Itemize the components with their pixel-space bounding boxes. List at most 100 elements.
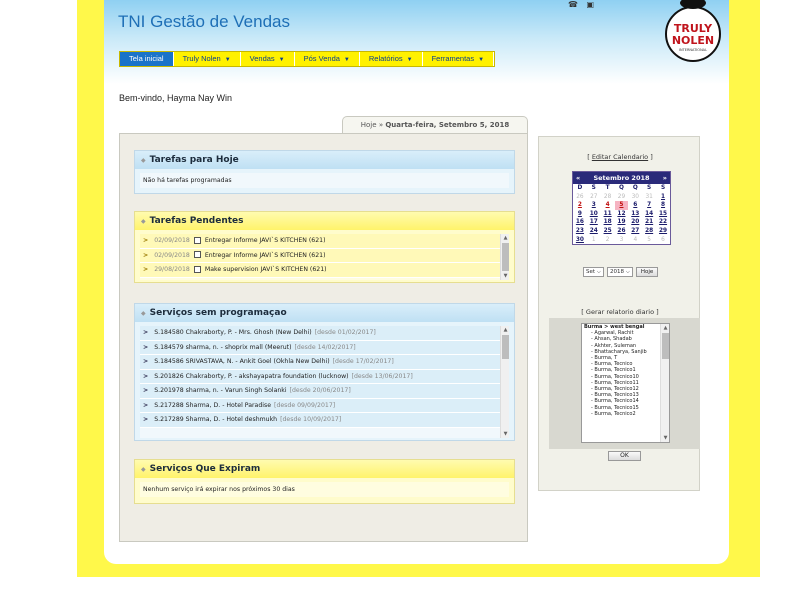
task-checkbox[interactable] [193, 236, 201, 244]
calendar-day[interactable]: 28 [642, 227, 656, 236]
calendar-day[interactable]: 5 [614, 201, 629, 210]
calendar-day[interactable]: 15 [656, 210, 670, 219]
calendar-day[interactable]: 25 [601, 227, 615, 236]
calendar-day[interactable]: 22 [656, 218, 670, 227]
calendar-month-title: Setembro 2018 [593, 174, 650, 182]
calendar-day[interactable]: 3 [587, 201, 601, 210]
daily-report-link[interactable]: Gerar relatorio diario [586, 308, 654, 316]
unscheduled-services-list[interactable]: > S.184580 Chakraborty, P. - Mrs. Ghosh (… [140, 326, 509, 438]
task-text[interactable]: Entregar Informe JAVI`S KITCHEN (621) [205, 252, 326, 259]
calendar-day[interactable]: 12 [615, 210, 629, 219]
task-checkbox[interactable] [193, 265, 201, 273]
nav-item-vendas[interactable]: Vendas ▼ [241, 52, 295, 66]
service-client: - akshayapatra foundation (lucknow) [234, 372, 349, 380]
calendar-day[interactable]: 27 [628, 227, 642, 236]
technician-scrollbar[interactable]: ▲ ▼ [660, 324, 669, 442]
calendar-day[interactable]: 9 [573, 210, 587, 219]
service-tech: sharma, n. [185, 387, 219, 394]
calendar-day[interactable]: 30 [573, 236, 587, 245]
pending-task-row[interactable]: >29/08/2018 Make supervision JAVI`S KITCH… [140, 263, 509, 278]
services-scrollbar[interactable]: ▲ ▼ [500, 326, 509, 438]
pending-task-row[interactable]: >02/09/2018 Entregar Informe JAVI`S KITCH… [140, 234, 509, 249]
calendar-weekday: D [577, 185, 583, 191]
calendar-day[interactable]: 8 [656, 201, 670, 210]
task-date: 02/09/2018 [154, 237, 190, 244]
calendar-day[interactable]: 11 [601, 210, 615, 219]
ok-button[interactable]: OK [608, 451, 641, 461]
calendar-day[interactable]: 23 [573, 227, 587, 236]
calendar-day[interactable]: 24 [587, 227, 601, 236]
service-row[interactable]: > S.184580 Chakraborty, P. - Mrs. Ghosh (… [140, 326, 509, 341]
calendar-day[interactable]: 1 [656, 193, 670, 202]
task-text[interactable]: Entregar Informe JAVI`S KITCHEN (621) [205, 237, 326, 244]
panel-pending-tasks: ◆ Tarefas Pendentes >02/09/2018 Entregar I… [134, 211, 515, 283]
calendar-day[interactable]: 29 [656, 227, 670, 236]
pending-scrollbar[interactable]: ▲ ▼ [500, 234, 509, 280]
technician-listbox[interactable]: Burma > west bengal - Agarwal, Rachit - Ah… [581, 323, 670, 443]
service-code[interactable]: S.201826 [154, 373, 184, 380]
service-code[interactable]: S.184586 [154, 358, 184, 365]
task-checkbox[interactable] [193, 251, 201, 258]
daily-report-link-wrap: [ Gerar relatorio diario ] [581, 308, 659, 316]
service-code[interactable]: S.184580 [154, 329, 184, 336]
calendar-day[interactable]: 7 [642, 201, 656, 210]
service-row[interactable]: > S.184579 sharma, n. - shoprix mall (Mee… [140, 340, 509, 355]
panel-unscheduled-services: ◆ Serviços sem programaçao > S.184580 Chak… [134, 303, 515, 441]
service-code[interactable]: S.217289 [154, 416, 184, 423]
nav-item-tela-inicial[interactable]: Tela inicial [120, 52, 174, 66]
service-row[interactable]: > S.184586 SRIVASTAVA, N. - Ankit Goel (O… [140, 355, 509, 370]
pending-task-row[interactable]: >02/09/2018 Entregar Informe JAVI`S KITCH… [140, 248, 509, 263]
calendar-day[interactable]: 2 [573, 201, 587, 210]
calendar-day: 27 [590, 193, 598, 200]
calendar-day[interactable]: 16 [573, 218, 587, 227]
listbox-option[interactable]: - Burma, Tecnico2 [582, 411, 669, 417]
service-row[interactable]: > S.201978 sharma, n. - Varun Singh Solan… [140, 384, 509, 399]
calendar-day[interactable]: 19 [615, 218, 629, 227]
service-row[interactable]: > S.217289 Sharma, D. - Hotel deshmukh [de… [140, 413, 509, 428]
service-code[interactable]: S.184579 [154, 344, 184, 351]
task-text[interactable]: Make supervision JAVI`S KITCHEN (621) [205, 266, 327, 273]
pending-tasks-list[interactable]: >02/09/2018 Entregar Informe JAVI`S KITCH… [140, 234, 509, 280]
month-select[interactable]: Set ⌵ [583, 267, 604, 277]
calendar-day[interactable]: 20 [628, 218, 642, 227]
calendar-day: 4 [633, 236, 638, 243]
service-client: - Varun Singh Solanki [220, 387, 287, 394]
edit-calendar: [ Editar Calendario ] [587, 153, 653, 161]
printer-icon[interactable]: ▣ [587, 0, 595, 9]
phone-icon[interactable]: ☎ [568, 0, 578, 9]
calendar-day[interactable]: 18 [601, 218, 615, 227]
edit-calendar-link[interactable]: Editar Calendario [592, 153, 648, 161]
nav-item-truly-nolen[interactable]: Truly Nolen ▼ [174, 52, 241, 66]
calendar-day[interactable]: 6 [628, 201, 642, 210]
service-row[interactable]: > S.217288 Sharma, D. - Hotel Paradise [de… [140, 398, 509, 413]
calendar-day[interactable]: 21 [642, 218, 656, 227]
calendar-day[interactable]: 26 [615, 227, 629, 236]
nav-item-pós-venda[interactable]: Pós Venda ▼ [295, 52, 360, 66]
service-since: [desde 13/06/2017] [351, 372, 413, 380]
service-row[interactable]: > S.201826 Chakraborty, P. - akshayapatra… [140, 369, 509, 384]
next-month-icon[interactable]: » [663, 172, 667, 184]
nav-item-ferramentas[interactable]: Ferramentas ▼ [423, 52, 495, 66]
panel-expiring-services: ◆ Serviços Que Expiram Nenhum serviço irá… [134, 459, 515, 504]
calendar-day: 2 [605, 236, 610, 243]
service-tech: Chakraborty, P. [185, 329, 233, 336]
today-button[interactable]: Hoje [635, 267, 659, 277]
calendar-day[interactable]: 14 [642, 210, 656, 219]
year-select[interactable]: 2018 ⌵ [606, 267, 633, 277]
service-since: [desde 01/02/2017] [314, 329, 376, 336]
service-tech: Sharma, D. [185, 401, 221, 409]
service-code[interactable]: S.217288 [154, 402, 184, 409]
prev-month-icon[interactable]: « [576, 172, 580, 184]
nav-item-relatórios[interactable]: Relatórios ▼ [360, 52, 423, 66]
calendar-day[interactable]: 10 [587, 210, 601, 219]
service-since: [desde 14/02/2017] [294, 343, 356, 351]
service-code[interactable]: S.201978 [154, 387, 184, 394]
calendar-day[interactable]: 17 [587, 218, 601, 227]
service-since: [desde 20/06/2017] [289, 387, 351, 394]
arrow-right-icon: > [143, 358, 149, 365]
calendar-weekday: T [605, 185, 610, 191]
calendar-day[interactable]: 13 [628, 210, 642, 219]
calendar-day[interactable]: 4 [601, 201, 615, 210]
calendar-header: « Setembro 2018 » [573, 172, 670, 184]
service-since: [desde 10/09/2017] [280, 416, 342, 423]
